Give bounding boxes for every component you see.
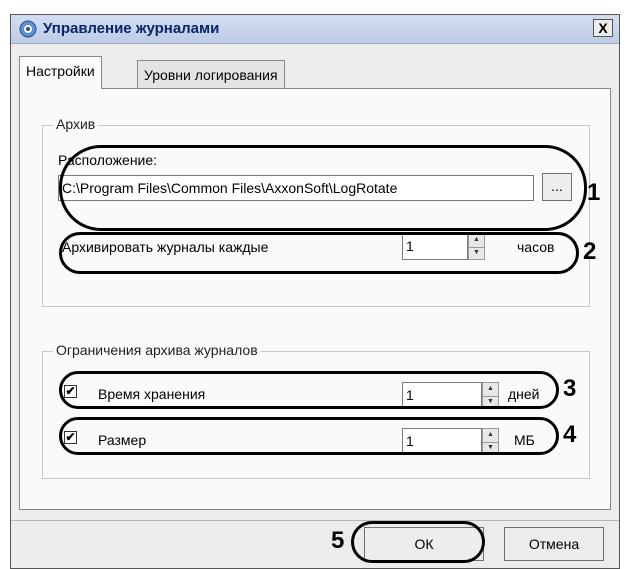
spin-up-icon[interactable]: ▲	[469, 234, 484, 248]
ok-button[interactable]: ОК	[364, 527, 484, 561]
annotation-marker-3: 3	[563, 375, 577, 402]
size-label: Размер	[98, 432, 147, 448]
spin-up-icon[interactable]: ▲	[483, 429, 498, 443]
retention-spinner[interactable]: ▲ ▼	[482, 382, 499, 409]
window-title: Управление журналами	[43, 20, 220, 37]
retention-unit: дней	[508, 386, 540, 402]
spin-down-icon[interactable]: ▼	[469, 247, 484, 260]
tab-log-levels[interactable]: Уровни логирования	[137, 60, 285, 90]
annotation-marker-5: 5	[331, 527, 345, 554]
footer-separator	[11, 520, 619, 521]
retention-label: Время хранения	[98, 386, 206, 402]
location-field[interactable]: C:\Program Files\Common Files\AxxonSoft\…	[58, 175, 534, 201]
title-bar[interactable]: Управление журналами X	[11, 15, 619, 44]
log-management-dialog: Управление журналами X Настройки Уровни …	[10, 14, 620, 569]
tab-settings[interactable]: Настройки	[19, 56, 102, 89]
spin-up-icon[interactable]: ▲	[483, 383, 498, 397]
archive-interval-spinner[interactable]: ▲ ▼	[468, 233, 485, 260]
location-label: Расположение:	[58, 152, 158, 168]
close-icon[interactable]: X	[593, 19, 613, 37]
size-input[interactable]: 1	[402, 428, 482, 455]
limits-group: Ограничения архива журналов	[42, 342, 590, 479]
annotation-marker-4: 4	[563, 421, 577, 448]
size-spinner[interactable]: ▲ ▼	[482, 428, 499, 455]
retention-input[interactable]: 1	[402, 382, 482, 409]
spin-down-icon[interactable]: ▼	[483, 396, 498, 409]
cancel-button[interactable]: Отмена	[504, 527, 604, 561]
settings-panel: Архив Расположение: C:\Program Files\Com…	[19, 88, 611, 510]
app-icon	[19, 20, 37, 38]
annotation-marker-1: 1	[587, 179, 601, 206]
archive-interval-unit: часов	[517, 239, 555, 255]
retention-checkbox[interactable]: ✔	[64, 385, 77, 398]
archive-interval-label: Архивировать журналы каждые	[62, 239, 269, 255]
size-checkbox[interactable]: ✔	[64, 431, 77, 444]
archive-interval-input[interactable]: 1	[402, 233, 468, 260]
size-unit: МБ	[514, 432, 535, 448]
annotation-marker-2: 2	[583, 238, 597, 265]
spin-down-icon[interactable]: ▼	[483, 442, 498, 455]
browse-button[interactable]: ...	[542, 173, 572, 201]
archive-group-label: Архив	[53, 116, 99, 132]
limits-group-label: Ограничения архива журналов	[53, 342, 261, 358]
